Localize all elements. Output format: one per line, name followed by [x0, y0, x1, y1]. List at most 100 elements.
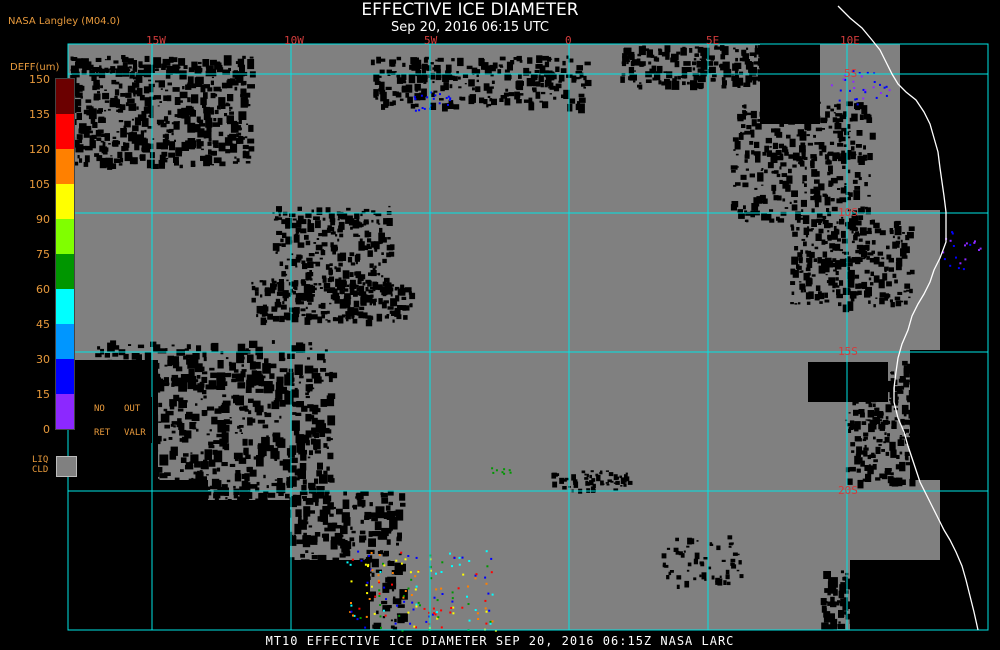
ice-pixel	[461, 606, 464, 609]
ice-pixel	[423, 107, 426, 110]
legend-tick-label: 0	[43, 423, 50, 436]
ice-pixel	[351, 558, 354, 561]
ice-pixel	[418, 109, 421, 112]
ice-pixel	[352, 614, 354, 617]
ice-pixel	[449, 552, 451, 555]
color-scale-segment	[56, 219, 74, 254]
ice-pixel	[415, 605, 418, 608]
ice-pixel	[414, 588, 417, 591]
ice-pixel	[979, 247, 982, 250]
ice-pixel	[508, 469, 511, 472]
ice-pixel	[414, 109, 417, 112]
ice-pixel	[965, 242, 968, 245]
ice-pixel	[879, 83, 881, 86]
ice-pixel	[358, 607, 361, 610]
ice-pixel	[396, 604, 399, 607]
ice-pixel	[484, 607, 487, 610]
ice-pixel	[350, 602, 352, 604]
ice-pixel	[440, 609, 443, 612]
ice-pixel	[490, 571, 493, 574]
legend-flag-out: OUT	[124, 404, 141, 414]
legend-tick-label: 75	[36, 248, 50, 261]
ice-pixel	[412, 608, 415, 611]
ice-pixel	[509, 471, 512, 474]
ice-pixel	[467, 585, 469, 588]
ice-pixel	[350, 580, 353, 583]
ice-pixel	[964, 244, 966, 247]
ice-pixel	[383, 564, 386, 567]
legend-tick-label: 60	[36, 283, 50, 296]
ice-pixel	[417, 570, 420, 573]
ice-pixel	[872, 86, 875, 89]
ice-pixel	[432, 97, 435, 100]
legend-tick-label: 135	[29, 108, 50, 121]
ice-pixel	[875, 96, 878, 99]
ice-pixel	[438, 102, 441, 105]
ice-pixel	[383, 586, 386, 589]
ice-pixel	[400, 562, 403, 565]
legend-tick-label: 15	[36, 388, 50, 401]
ice-pixel	[973, 241, 976, 244]
ice-pixel	[466, 595, 468, 598]
ice-pixel	[435, 588, 438, 591]
lat-label-20s: 20S	[838, 484, 858, 497]
ice-pixel	[433, 596, 436, 599]
ice-pixel	[384, 614, 387, 617]
color-scale-segment	[56, 184, 74, 219]
ice-pixel	[449, 99, 451, 102]
ice-pixel	[368, 598, 371, 600]
chart-title: EFFECTIVE ICE DIAMETER	[361, 0, 579, 20]
lon-label-0: 0	[565, 34, 572, 47]
ice-pixel	[451, 565, 453, 568]
ice-pixel	[477, 618, 480, 620]
ice-pixel	[374, 595, 377, 598]
ice-pixel	[873, 81, 876, 83]
legend-tick-label: 30	[36, 353, 50, 366]
ice-pixel	[425, 620, 428, 623]
ice-pixel	[437, 616, 440, 619]
ice-pixel	[445, 97, 448, 99]
ice-pixel	[453, 556, 456, 559]
ice-pixel	[853, 87, 856, 89]
ice-pixel	[839, 89, 842, 92]
ice-pixel	[440, 571, 443, 573]
ice-pixel	[838, 99, 841, 102]
footer-caption: MT10 EFFECTIVE ICE DIAMETER SEP 20, 2016…	[265, 634, 735, 648]
ice-pixel	[379, 615, 382, 618]
color-scale-segment	[56, 254, 74, 289]
legend-tick-label: 90	[36, 213, 50, 226]
color-scale-segment	[56, 79, 74, 114]
ice-pixel	[969, 243, 972, 246]
ice-pixel	[495, 469, 498, 472]
ice-pixel	[449, 611, 452, 614]
ice-pixel	[458, 563, 461, 566]
ice-pixel	[864, 91, 867, 94]
ice-pixel	[398, 614, 401, 617]
ice-pixel	[862, 97, 865, 100]
legend-tick-label: 150	[29, 73, 50, 86]
ice-pixel	[474, 577, 477, 580]
ice-pixel	[419, 604, 421, 607]
ice-pixel	[959, 262, 962, 265]
lon-label-5w: 5W	[424, 34, 438, 47]
ice-pixel	[451, 591, 454, 594]
ice-pixel	[888, 89, 891, 92]
ice-pixel	[414, 98, 417, 101]
ice-pixel	[379, 571, 382, 573]
legend-flag-no: NO	[94, 404, 105, 414]
ice-pixel	[380, 626, 382, 629]
ice-pixel	[385, 598, 387, 601]
ice-pixel	[484, 599, 487, 602]
ice-pixel	[830, 84, 833, 87]
ice-pixel	[435, 572, 437, 575]
lon-label-15w: 15W	[146, 34, 166, 47]
ice-pixel	[366, 581, 369, 584]
ice-pixel	[949, 264, 952, 267]
ice-pixel	[415, 556, 418, 559]
ice-pixel	[441, 561, 444, 564]
lat-label-10s: 10S	[838, 206, 858, 219]
ice-pixel	[452, 612, 455, 615]
ice-pixel	[439, 93, 441, 96]
ice-pixel	[503, 468, 506, 471]
ice-pixel	[952, 245, 955, 247]
